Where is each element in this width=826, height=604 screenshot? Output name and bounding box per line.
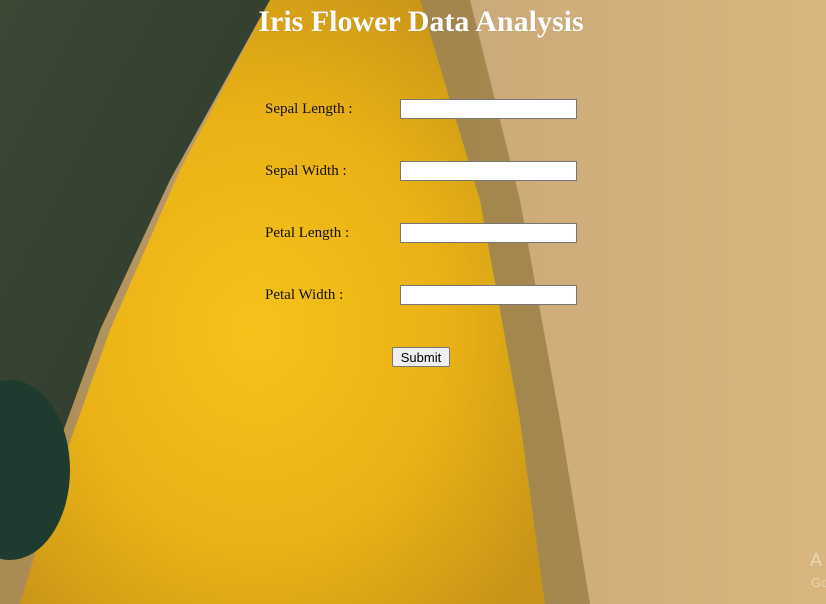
sepal-length-input[interactable] [400, 99, 577, 119]
petal-width-label: Petal Width : [265, 287, 344, 303]
sepal-length-label: Sepal Length : [265, 101, 353, 117]
sepal-width-input[interactable] [400, 161, 577, 181]
petal-length-input[interactable] [400, 223, 577, 243]
activation-watermark-line1: A [810, 550, 823, 570]
petal-length-label: Petal Length : [265, 225, 350, 241]
petal-length-row: Petal Length : [265, 223, 585, 245]
sepal-width-label: Sepal Width : [265, 163, 347, 179]
petal-width-row: Petal Width : [265, 285, 585, 307]
sepal-length-row: Sepal Length : [265, 99, 585, 121]
page-title: Iris Flower Data Analysis [258, 5, 584, 38]
submit-button[interactable]: Submit [392, 347, 450, 367]
activation-watermark-line2: Go [811, 575, 826, 590]
sepal-width-row: Sepal Width : [265, 161, 585, 183]
petal-width-input[interactable] [400, 285, 577, 305]
